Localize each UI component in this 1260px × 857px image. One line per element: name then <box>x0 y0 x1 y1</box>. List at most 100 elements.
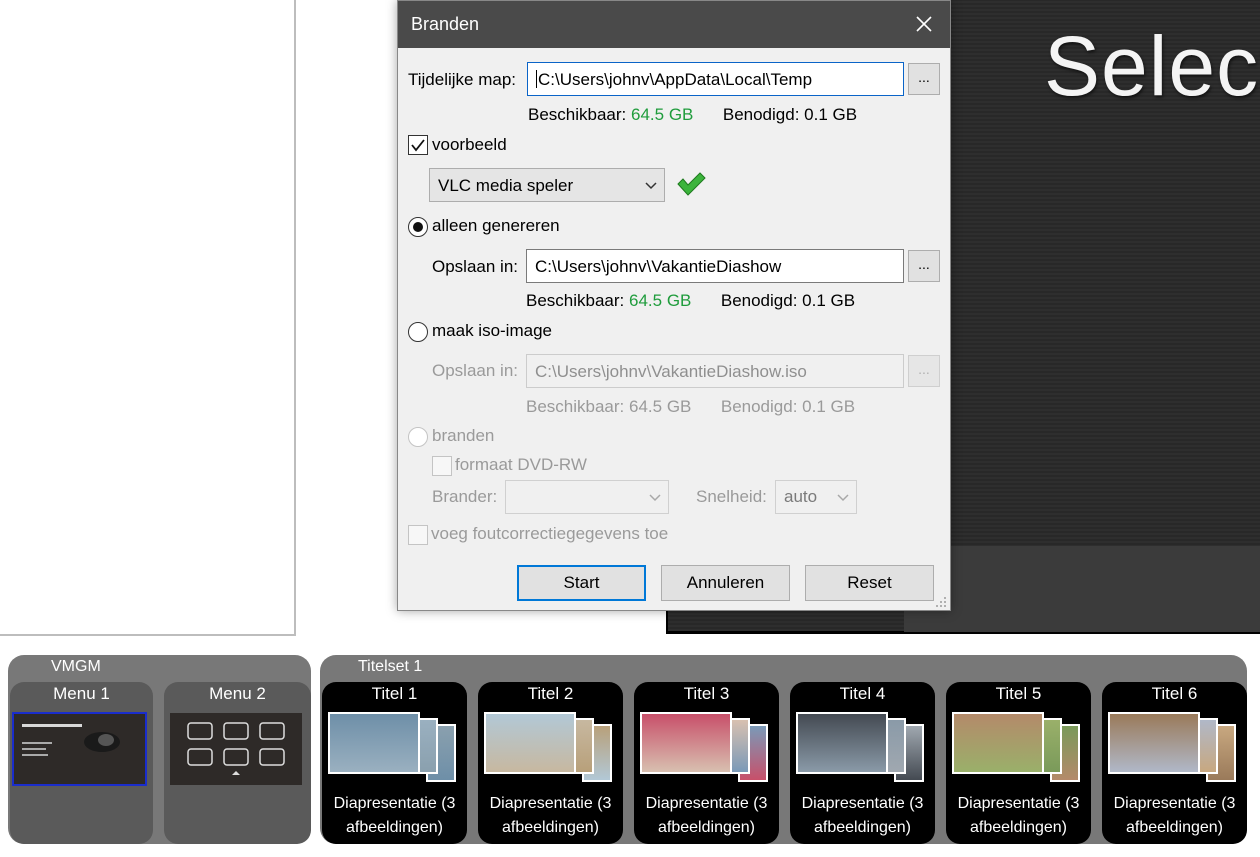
vmgm-label: VMGM <box>51 658 101 675</box>
title-tile-5[interactable]: Titel 5 Diapresentatie (3 afbeeldingen) <box>946 682 1091 844</box>
generate-browse-button[interactable]: ... <box>908 250 940 282</box>
close-button[interactable] <box>904 5 944 43</box>
slide-thumbnail <box>484 712 576 774</box>
menu-2-preview-icon <box>170 713 302 785</box>
title-tile-2[interactable]: Titel 2 Diapresentatie (3 afbeeldingen) <box>478 682 623 844</box>
format-dvdrw-checkbox[interactable] <box>432 456 452 476</box>
title-caption-line-2: afbeeldingen) <box>970 819 1067 836</box>
iso-browse-button[interactable]: ... <box>908 355 940 387</box>
available-label: Beschikbaar: <box>526 397 625 416</box>
title-tile-1[interactable]: Titel 1 Diapresentatie (3 afbeeldingen) <box>322 682 467 844</box>
burn-dialog: Branden Tijdelijke map: C:\Users\johnv\A… <box>397 0 951 611</box>
generate-path-value: C:\Users\johnv\VakantieDiashow <box>535 257 782 276</box>
title-tile-label: Titel 1 <box>371 684 418 703</box>
menu-tile-label: Menu 1 <box>53 684 110 703</box>
needed-value: 0.1 GB <box>802 291 856 310</box>
available-value: 64.5 GB <box>629 397 692 416</box>
title-tile-4[interactable]: Titel 4 Diapresentatie (3 afbeeldingen) <box>790 682 935 844</box>
chevron-down-icon <box>649 494 661 502</box>
speed-label: Snelheid: <box>696 487 767 506</box>
generate-only-radio[interactable] <box>408 217 428 237</box>
player-select[interactable]: VLC media speler <box>429 168 665 202</box>
chevron-down-icon <box>837 494 849 502</box>
slide-thumbnail <box>328 712 420 774</box>
title-caption: Diapresentatie (3 afbeeldingen) <box>322 792 467 840</box>
speed-select[interactable]: auto <box>775 480 857 514</box>
slide-thumbnail <box>1108 712 1200 774</box>
title-tile-6[interactable]: Titel 6 Diapresentatie (3 afbeeldingen) <box>1102 682 1247 844</box>
dialog-titlebar[interactable]: Branden <box>398 1 950 48</box>
green-check-icon <box>677 172 706 196</box>
title-caption-line-1: Diapresentatie (3 <box>801 795 924 812</box>
resize-grip-icon[interactable] <box>934 595 948 609</box>
start-button[interactable]: Start <box>517 565 646 601</box>
title-tile-label: Titel 6 <box>1151 684 1198 703</box>
iso-image-radio[interactable] <box>408 322 428 342</box>
needed-value: 0.1 GB <box>804 105 858 124</box>
speed-select-value: auto <box>784 487 818 506</box>
title-caption-line-2: afbeeldingen) <box>1126 819 1223 836</box>
cancel-button[interactable]: Annuleren <box>661 565 790 601</box>
menu-1-preview-icon <box>14 714 145 784</box>
title-caption: Diapresentatie (3 afbeeldingen) <box>1102 792 1247 840</box>
iso-image-label[interactable]: maak iso-image <box>432 321 552 341</box>
iso-save-label: Opslaan in: <box>432 361 518 380</box>
needed-label: Benodigd: <box>720 397 798 416</box>
title-tile-label: Titel 2 <box>527 684 574 703</box>
title-tile-label: Titel 5 <box>995 684 1042 703</box>
available-value: 64.5 GB <box>631 105 694 124</box>
temp-dir-browse-button[interactable]: ... <box>908 63 940 95</box>
title-tile-label: Titel 4 <box>839 684 886 703</box>
title-caption-line-1: Diapresentatie (3 <box>645 795 768 812</box>
format-dvdrw-label[interactable]: formaat DVD-RW <box>455 455 587 475</box>
chevron-down-icon <box>645 182 657 190</box>
title-caption-line-1: Diapresentatie (3 <box>1113 795 1236 812</box>
menu-tile-2[interactable]: Menu 2 <box>164 682 311 844</box>
title-caption-line-2: afbeeldingen) <box>346 819 443 836</box>
player-select-value: VLC media speler <box>438 176 574 195</box>
generate-path-input[interactable]: C:\Users\johnv\VakantieDiashow <box>526 249 904 283</box>
radio-selected-dot <box>413 222 423 232</box>
error-correction-checkbox[interactable] <box>408 525 428 545</box>
available-label: Beschikbaar: <box>528 105 627 124</box>
generate-only-label[interactable]: alleen genereren <box>432 216 560 236</box>
available-value: 64.5 GB <box>629 291 692 310</box>
slide-thumbnail <box>952 712 1044 774</box>
burn-label[interactable]: branden <box>432 426 494 446</box>
burner-select[interactable] <box>505 480 669 514</box>
title-caption-line-2: afbeeldingen) <box>814 819 911 836</box>
temp-dir-label: Tijdelijke map: <box>408 70 517 89</box>
needed-label: Benodigd: <box>720 291 798 310</box>
iso-space-info: Beschikbaar: 64.5 GB Benodigd: 0.1 GB <box>526 397 855 417</box>
title-caption: Diapresentatie (3 afbeeldingen) <box>634 792 779 840</box>
title-tile-3[interactable]: Titel 3 Diapresentatie (3 afbeeldingen) <box>634 682 779 844</box>
close-icon <box>916 16 932 32</box>
available-label: Beschikbaar: <box>526 291 625 310</box>
iso-path-input[interactable]: C:\Users\johnv\VakantieDiashow.iso <box>526 354 904 388</box>
title-caption-line-2: afbeeldingen) <box>502 819 599 836</box>
checkmark-icon <box>411 139 425 152</box>
preview-checkbox-label[interactable]: voorbeeld <box>432 135 507 155</box>
needed-label: Benodigd: <box>722 105 800 124</box>
menu-tile-1[interactable]: Menu 1 <box>10 682 153 844</box>
vmgm-group: VMGM Menu 1 Menu 2 <box>8 655 311 844</box>
menu-1-thumbnail <box>12 712 147 786</box>
burner-label: Brander: <box>432 487 498 506</box>
title-caption-line-1: Diapresentatie (3 <box>489 795 612 812</box>
dialog-title: Branden <box>411 14 480 34</box>
temp-dir-space-info: Beschikbaar: 64.5 GB Benodigd: 0.1 GB <box>528 105 857 125</box>
preview-heading: Select <box>1044 19 1260 113</box>
preview-checkbox[interactable] <box>408 135 428 155</box>
reset-button[interactable]: Reset <box>805 565 934 601</box>
left-panel <box>0 0 296 636</box>
title-tile-label: Titel 3 <box>683 684 730 703</box>
generate-space-info: Beschikbaar: 64.5 GB Benodigd: 0.1 GB <box>526 291 855 311</box>
error-correction-label[interactable]: voeg foutcorrectiegegevens toe <box>431 524 668 544</box>
title-caption-line-2: afbeeldingen) <box>658 819 755 836</box>
menu-2-thumbnail <box>170 713 302 785</box>
temp-dir-input[interactable]: C:\Users\johnv\AppData\Local\Temp <box>527 62 904 96</box>
title-caption-line-1: Diapresentatie (3 <box>957 795 1080 812</box>
iso-path-value: C:\Users\johnv\VakantieDiashow.iso <box>535 362 807 381</box>
burn-radio[interactable] <box>408 427 428 447</box>
title-caption: Diapresentatie (3 afbeeldingen) <box>790 792 935 840</box>
